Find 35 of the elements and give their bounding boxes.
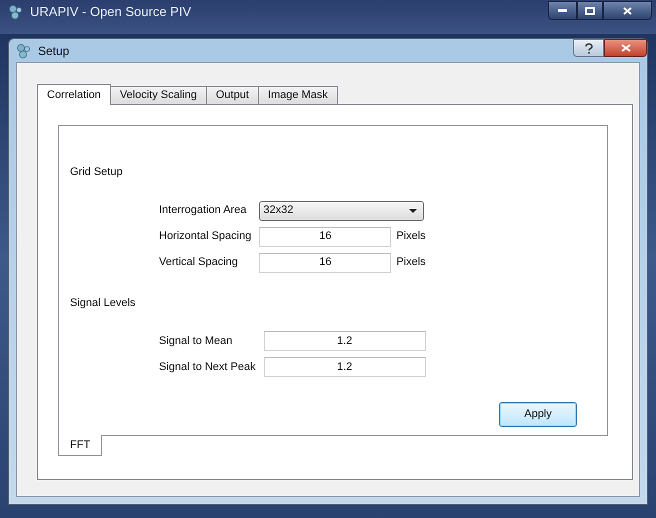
caret-icon <box>409 208 418 212</box>
help-button[interactable] <box>573 39 604 57</box>
apply-button[interactable]: Apply <box>499 402 577 427</box>
close-icon <box>620 44 630 52</box>
bubbles-icon <box>8 4 24 20</box>
number-field[interactable]: 16 <box>259 226 392 246</box>
tab[interactable]: Velocity Scaling <box>110 86 207 104</box>
field-label: Signal to Next Peak <box>159 360 257 375</box>
number-field[interactable]: 16 <box>259 252 392 272</box>
maximize-icon <box>585 6 595 14</box>
section-heading: Grid Setup <box>70 165 124 180</box>
unit-label: Pixels <box>395 255 426 270</box>
number-field[interactable]: 1.2 <box>264 357 426 377</box>
unit-label: Pixels <box>395 229 426 244</box>
dialog-title: Setup <box>38 42 70 60</box>
tab[interactable]: Output <box>206 86 259 104</box>
field-label: Vertical Spacing <box>159 255 239 270</box>
bubbles-icon <box>16 42 32 58</box>
maximize-button[interactable] <box>577 1 603 20</box>
field-label: Horizontal Spacing <box>159 229 252 244</box>
close-icon <box>623 6 632 14</box>
number-field[interactable]: 1.2 <box>264 331 426 351</box>
tab[interactable]: FFT <box>58 435 102 456</box>
interrogation-area-dropdown[interactable]: 32x32 <box>259 200 424 220</box>
field-label: Signal to Mean <box>159 334 234 349</box>
tab[interactable]: Image Mask <box>258 86 338 104</box>
field-label: Interrogation Area <box>159 203 248 218</box>
minimize-icon <box>558 9 567 12</box>
help-icon <box>584 42 592 54</box>
tab[interactable]: Correlation <box>37 84 111 105</box>
section-heading: Signal Levels <box>70 296 136 310</box>
close-button[interactable] <box>604 39 647 57</box>
close-button[interactable] <box>603 1 652 20</box>
minimize-button[interactable] <box>548 1 577 20</box>
window-title: URAPIV - Open Source PIV <box>30 4 192 20</box>
